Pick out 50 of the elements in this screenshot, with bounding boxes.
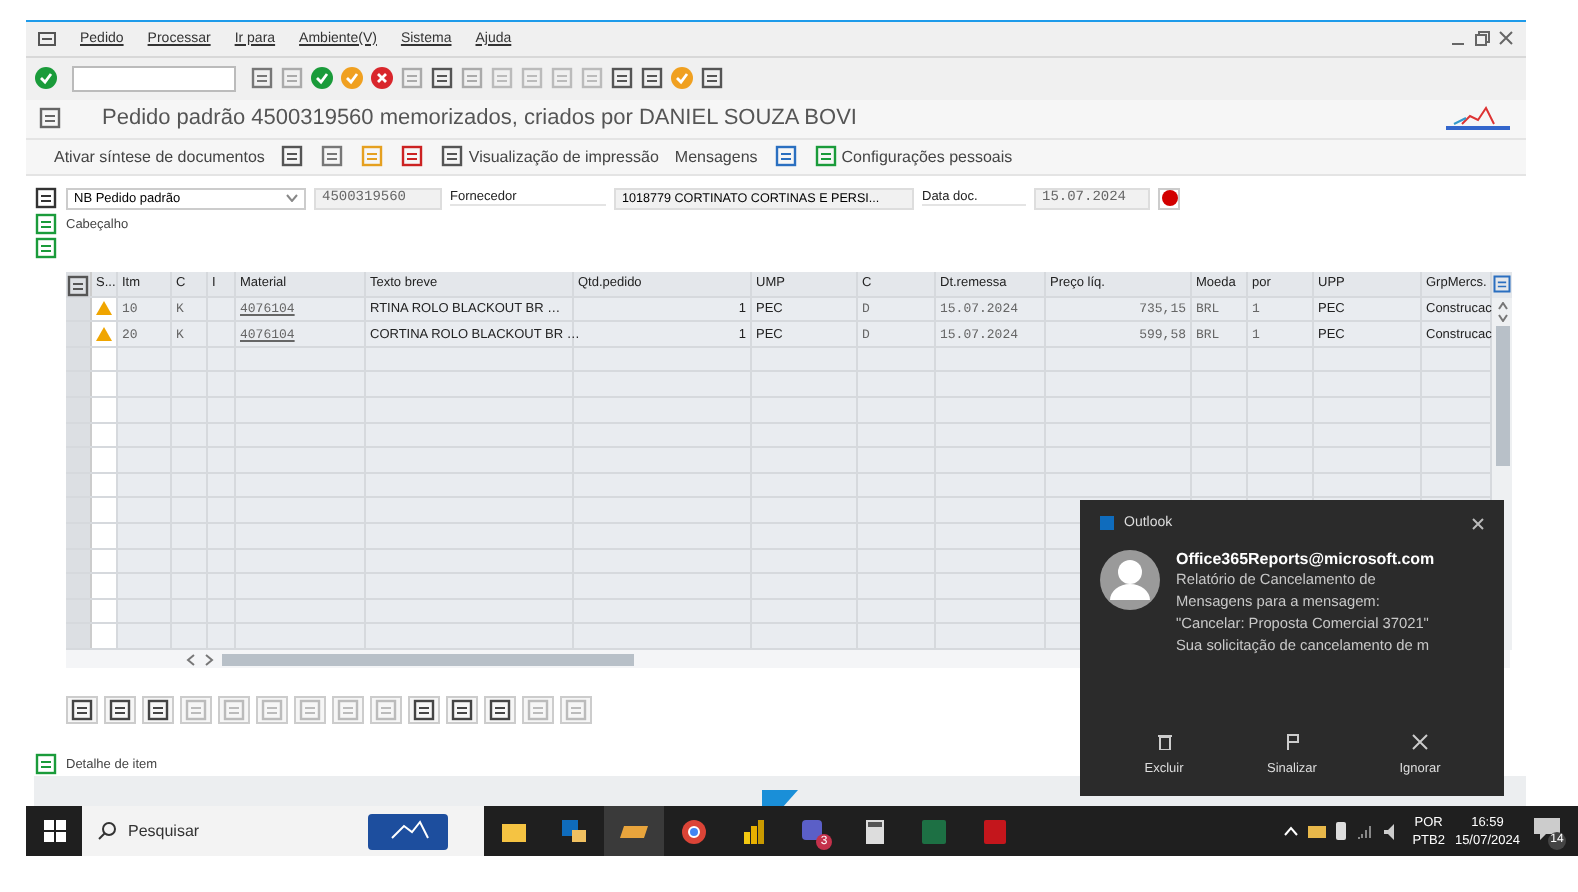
flag-icon: [1285, 734, 1299, 750]
close-icon: [1412, 734, 1428, 750]
cancel-icon[interactable]: [370, 66, 394, 91]
details-button[interactable]: [66, 696, 98, 724]
scroll-left-icon[interactable]: [186, 653, 196, 665]
scroll-down-icon[interactable]: [1497, 313, 1507, 322]
select-all-button[interactable]: [104, 696, 136, 724]
mail-app-icon: [1100, 516, 1114, 530]
sender: Office365Reports@microsoft.com: [1176, 550, 1435, 568]
overview-button[interactable]: Ativar síntese de documentos: [54, 147, 265, 166]
usb-drive-icon[interactable]: [1336, 822, 1347, 840]
chevron-up-icon[interactable]: [1284, 826, 1299, 836]
scroll-up-icon[interactable]: [1497, 301, 1507, 310]
mail-app-icon: [562, 820, 586, 842]
company-logo: [1442, 104, 1514, 133]
caret-icon: [286, 194, 298, 203]
bar-chart-icon: [744, 819, 764, 843]
envelope-icon[interactable]: [1308, 825, 1327, 837]
chat-app-icon: [802, 819, 826, 843]
browser-icon: [682, 819, 706, 843]
scroll-right-icon[interactable]: [204, 653, 214, 665]
deselect-button[interactable]: [142, 696, 174, 724]
close-icon[interactable]: [1498, 30, 1514, 47]
messages-button[interactable]: Mensagens: [674, 147, 758, 166]
menu-icon[interactable]: [38, 31, 56, 46]
search-icon: [98, 822, 116, 840]
sap-gui-icon: [620, 825, 648, 837]
screen-title: Pedido padrão 4500319560 memorizados, criados por DANIEL SOUZA BOVI: [102, 106, 857, 131]
calculator-icon: [865, 819, 883, 843]
spreadsheet-icon: [922, 819, 946, 843]
company-logo: [368, 813, 448, 849]
sort-descending-button[interactable]: [446, 696, 478, 724]
avatar-icon: [1100, 550, 1160, 610]
scrollbar-thumb[interactable]: [222, 653, 634, 665]
start-icon[interactable]: [43, 820, 65, 842]
print-preview-button[interactable]: Visualização de impressão: [440, 144, 659, 169]
taskbar-app[interactable]: [604, 806, 664, 856]
trash-icon: [1157, 734, 1171, 750]
pdf-icon: [983, 819, 1005, 843]
close-button[interactable]: [1472, 517, 1484, 529]
search-field[interactable]: Pesquisar: [82, 806, 332, 856]
checkmark-icon[interactable]: [34, 66, 58, 91]
status-dot-icon: [1161, 190, 1177, 207]
filter-button[interactable]: [484, 696, 516, 724]
folder-icon: [502, 821, 526, 841]
personal-settings-button[interactable]: Configurações pessoais: [813, 144, 1013, 169]
restore-icon[interactable]: [1474, 30, 1490, 47]
sort-ascending-button[interactable]: [408, 696, 440, 724]
command-field[interactable]: [72, 65, 236, 92]
network-icon[interactable]: [1356, 823, 1375, 839]
